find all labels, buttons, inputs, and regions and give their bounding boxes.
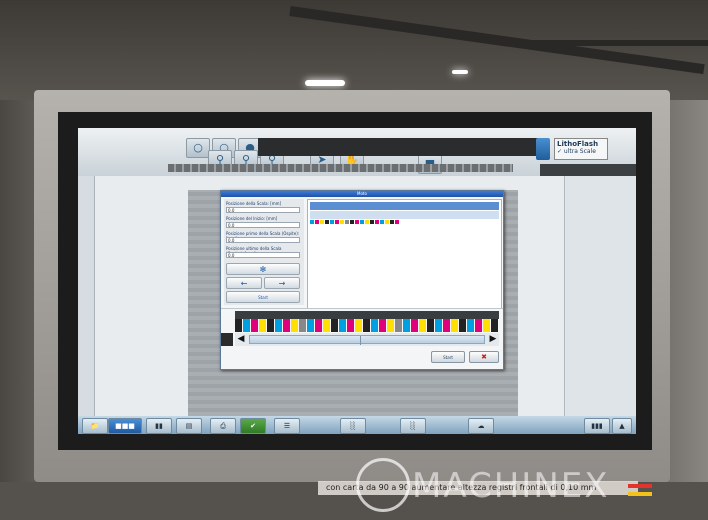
scroll-track[interactable] — [249, 335, 485, 345]
scale-position-input[interactable]: 0.0 — [226, 207, 300, 213]
start-button[interactable]: Start — [431, 351, 465, 363]
ink-zone-ruler — [168, 164, 513, 172]
watermark: MACHINEX — [412, 466, 610, 506]
adjust-icon[interactable]: ☰ — [274, 418, 300, 434]
up-arrow-icon[interactable]: ▲ — [612, 418, 632, 434]
horizontal-scrollbar[interactable]: ◀ ▶ — [235, 333, 499, 346]
touch-screen: ○ ○ ● ⚲ ⚲ ⚲ ➤ ✋ ■ LithoFlash ✓ ultra Sca… — [78, 128, 636, 434]
ink-icon[interactable]: ▮▮▮ — [584, 418, 610, 434]
watermark-flag — [628, 484, 652, 488]
list-item[interactable] — [310, 211, 499, 224]
scroll-right-icon[interactable]: ▶ — [487, 333, 499, 346]
ceiling-beam — [520, 40, 708, 46]
start-scan-button[interactable]: Start — [226, 291, 300, 303]
monitor-icon[interactable]: ▤ — [176, 418, 202, 434]
brand-panel: LithoFlash ✓ ultra Scale — [554, 138, 608, 160]
up-arrow-icon[interactable] — [536, 138, 550, 160]
color-bar-icon[interactable]: ■■■ — [108, 418, 142, 434]
list-item[interactable] — [310, 202, 499, 215]
scale-list — [307, 199, 502, 309]
vertical-ruler — [78, 176, 95, 416]
watermark-flag — [628, 492, 652, 496]
right-panel — [564, 176, 636, 416]
last-scale-input[interactable]: 0.0 — [226, 252, 300, 258]
bottom-taskbar: 📁 ■■■ ▮▮ ▤ ⎙ ✔ ☰ ░ ░ ☁ ▮▮▮ ▲ — [78, 416, 636, 434]
watermark-logo-icon — [356, 458, 410, 512]
calibrate-icon[interactable]: ░ — [340, 418, 366, 434]
brand-name: LithoFlash — [557, 140, 599, 148]
tool-icon[interactable]: ░ — [400, 418, 426, 434]
scroll-thumb[interactable] — [360, 336, 361, 345]
print-icon[interactable]: ⎙ — [210, 418, 236, 434]
color-bar-preview — [235, 319, 499, 332]
ceiling-light — [452, 70, 468, 74]
ceiling-light — [305, 80, 345, 86]
scan-scale-button[interactable]: ✻ — [226, 263, 300, 275]
right-arrow-button[interactable]: → — [264, 277, 300, 289]
network-icon[interactable]: ☁ — [468, 418, 494, 434]
field-label: Posizione della Scala: [mm] — [226, 201, 282, 206]
start-position-input[interactable]: 0.0 — [226, 222, 300, 228]
dialog-title: Moto — [221, 191, 503, 197]
first-scale-input[interactable]: 0.0 — [226, 237, 300, 243]
right-status-panel — [540, 164, 636, 176]
divider — [221, 308, 503, 309]
fields-panel: Posizione della Scala: [mm] 0.0 Posizion… — [224, 199, 304, 305]
scroll-left-icon[interactable]: ◀ — [235, 333, 247, 346]
folder-icon[interactable]: 📁 — [82, 418, 108, 434]
brand-subtitle: ✓ ultra Scale — [557, 148, 596, 155]
chart-icon[interactable]: ▮▮ — [146, 418, 172, 434]
ink-zone-strip — [235, 311, 499, 319]
scale-position-dialog: Moto Posizione della Scala: [mm] 0.0 Pos… — [220, 190, 504, 370]
cancel-button[interactable]: ✖ — [469, 351, 499, 363]
field-label: Posizione del Inizio: [mm] — [226, 216, 278, 221]
tool-button[interactable]: ○ — [186, 138, 210, 158]
check-icon[interactable]: ✔ — [240, 418, 266, 434]
top-toolbar: ○ ○ ● ⚲ ⚲ ⚲ ➤ ✋ ■ LithoFlash ✓ ultra Sca… — [78, 128, 636, 176]
status-bar — [258, 138, 548, 156]
left-arrow-button[interactable]: ← — [226, 277, 262, 289]
indicator-square — [221, 333, 233, 346]
